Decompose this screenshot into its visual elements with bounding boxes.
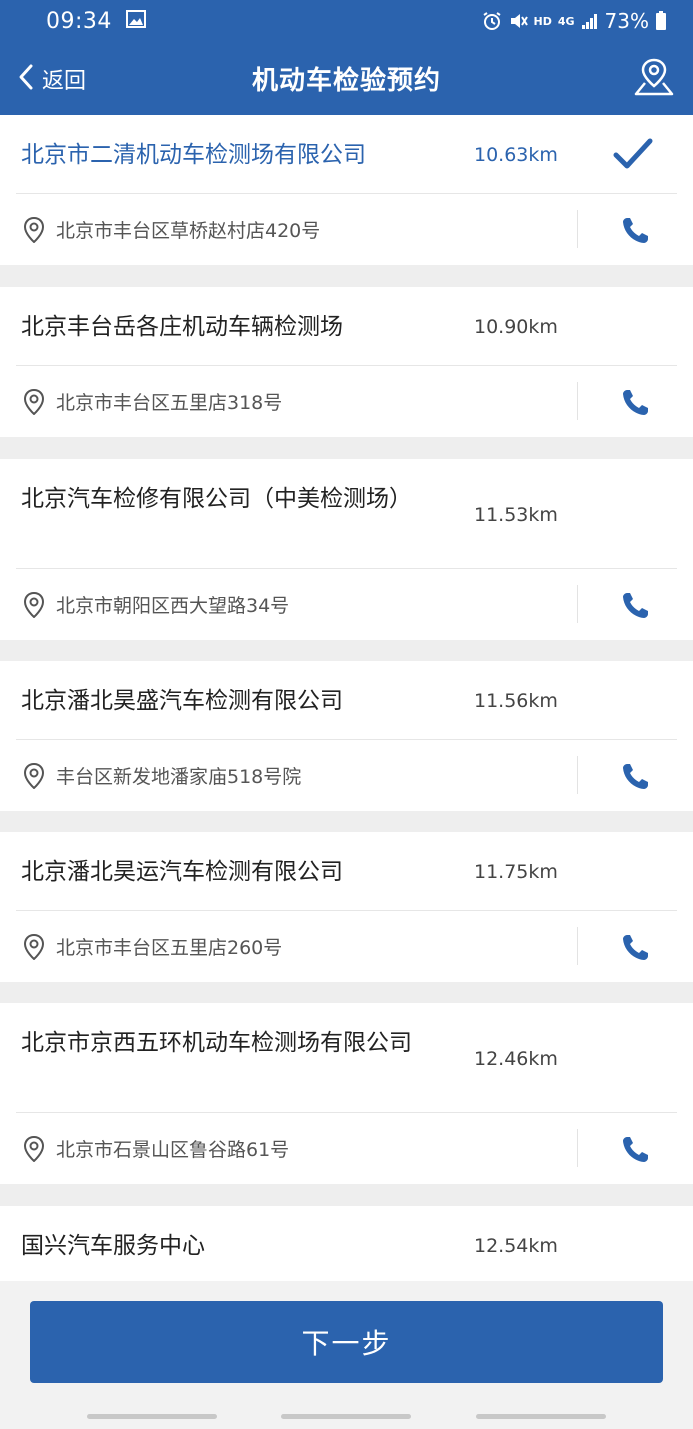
map-button[interactable] (631, 56, 677, 102)
location-pin-icon (23, 1135, 45, 1166)
back-label: 返回 (42, 68, 87, 94)
network-type: 4G (557, 14, 575, 28)
phone-icon[interactable] (618, 214, 652, 248)
address-row: 北京市丰台区五里店260号 (0, 911, 693, 981)
vertical-divider (577, 756, 578, 794)
station-address: 北京市朝阳区西大望路34号 (56, 594, 290, 617)
station-select-row[interactable]: 北京汽车检修有限公司（中美检测场） 11.53km (0, 459, 693, 568)
station-address: 北京市丰台区五里店260号 (56, 936, 283, 959)
station-name: 北京汽车检修有限公司（中美检测场） (21, 486, 412, 512)
station-card: 国兴汽车服务中心 12.54km (0, 1206, 693, 1281)
phone-icon[interactable] (618, 931, 652, 965)
station-name: 北京市二清机动车检测场有限公司 (21, 142, 366, 168)
station-select-row[interactable]: 北京潘北昊盛汽车检测有限公司 11.56km (0, 661, 693, 739)
station-distance: 10.63km (474, 144, 558, 166)
next-step-button[interactable]: 下一步 (30, 1301, 663, 1383)
station-distance: 12.54km (474, 1235, 558, 1257)
footer: 下一步 (0, 1281, 693, 1429)
page-title: 机动车检验预约 (251, 66, 441, 96)
nav-bar: 返回 机动车检验预约 (0, 42, 693, 115)
station-distance: 12.46km (474, 1048, 558, 1070)
vertical-divider (577, 927, 578, 965)
station-select-row[interactable]: 北京丰台岳各庄机动车辆检测场 10.90km (0, 287, 693, 365)
vertical-divider (577, 585, 578, 623)
check-icon (612, 137, 654, 175)
station-name: 北京丰台岳各庄机动车辆检测场 (21, 314, 343, 340)
status-bar: 09:34 HD 4G 73% (0, 0, 693, 42)
alarm-icon (482, 11, 502, 31)
station-card: 北京丰台岳各庄机动车辆检测场 10.90km 北京市丰台区五里店318号 (0, 287, 693, 437)
station-distance: 11.53km (474, 504, 558, 526)
address-row: 丰台区新发地潘家庙518号院 (0, 740, 693, 810)
station-distance: 11.56km (474, 690, 558, 712)
station-select-row[interactable]: 北京潘北昊运汽车检测有限公司 11.75km (0, 832, 693, 910)
network-hd: HD (533, 14, 552, 28)
address-row: 北京市丰台区五里店318号 (0, 366, 693, 436)
address-row: 北京市石景山区鲁谷路61号 (0, 1113, 693, 1183)
signal-icon (581, 12, 599, 30)
station-distance: 10.90km (474, 316, 558, 338)
station-address: 北京市丰台区五里店318号 (56, 391, 283, 414)
battery-icon (655, 11, 667, 31)
vertical-divider (577, 210, 578, 248)
battery-level: 73% (604, 9, 649, 33)
vertical-divider (577, 1129, 578, 1167)
station-name: 国兴汽车服务中心 (21, 1233, 205, 1259)
station-card: 北京市京西五环机动车检测场有限公司 12.46km 北京市石景山区鲁谷路61号 (0, 1003, 693, 1184)
station-distance: 11.75km (474, 861, 558, 883)
station-card: 北京市二清机动车检测场有限公司 10.63km 北京市丰台区草桥赵村店420号 (0, 115, 693, 265)
station-card: 北京汽车检修有限公司（中美检测场） 11.53km 北京市朝阳区西大望路34号 (0, 459, 693, 640)
nav-home-pill[interactable] (281, 1414, 411, 1419)
station-card: 北京潘北昊运汽车检测有限公司 11.75km 北京市丰台区五里店260号 (0, 832, 693, 982)
station-address: 北京市丰台区草桥赵村店420号 (56, 219, 321, 242)
station-select-row[interactable]: 国兴汽车服务中心 12.54km (0, 1206, 693, 1281)
mute-icon (508, 11, 528, 31)
location-pin-icon (23, 762, 45, 793)
location-pin-icon (23, 388, 45, 419)
phone-icon[interactable] (618, 760, 652, 794)
location-pin-icon (23, 591, 45, 622)
station-select-row[interactable]: 北京市二清机动车检测场有限公司 10.63km (0, 115, 693, 193)
location-pin-icon (23, 216, 45, 247)
status-time: 09:34 (46, 8, 112, 34)
phone-icon[interactable] (618, 1133, 652, 1167)
station-name: 北京潘北昊盛汽车检测有限公司 (21, 688, 343, 714)
phone-icon[interactable] (618, 386, 652, 420)
chevron-left-icon (18, 63, 34, 95)
station-name: 北京潘北昊运汽车检测有限公司 (21, 859, 343, 885)
address-row: 北京市朝阳区西大望路34号 (0, 569, 693, 639)
location-pin-icon (23, 933, 45, 964)
station-name: 北京市京西五环机动车检测场有限公司 (21, 1030, 412, 1056)
gallery-icon (125, 10, 146, 32)
address-row: 北京市丰台区草桥赵村店420号 (0, 194, 693, 264)
phone-icon[interactable] (618, 589, 652, 623)
map-pin-icon (632, 57, 676, 101)
station-card: 北京潘北昊盛汽车检测有限公司 11.56km 丰台区新发地潘家庙518号院 (0, 661, 693, 811)
nav-recents-pill[interactable] (87, 1414, 217, 1419)
station-select-row[interactable]: 北京市京西五环机动车检测场有限公司 12.46km (0, 1003, 693, 1112)
vertical-divider (577, 382, 578, 420)
station-address: 北京市石景山区鲁谷路61号 (56, 1138, 290, 1161)
nav-back-pill[interactable] (476, 1414, 606, 1419)
back-button[interactable]: 返回 (18, 42, 86, 115)
station-address: 丰台区新发地潘家庙518号院 (56, 765, 302, 788)
station-list[interactable]: 北京市二清机动车检测场有限公司 10.63km 北京市丰台区草桥赵村店420号 … (0, 115, 693, 1281)
